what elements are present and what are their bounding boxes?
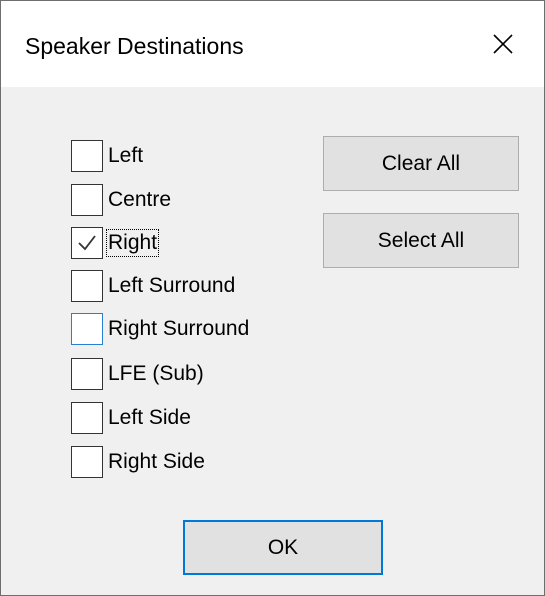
- checkbox-right-surround[interactable]: Right Surround: [71, 312, 250, 346]
- checkbox-label: Centre: [108, 188, 172, 211]
- ok-button[interactable]: OK: [183, 520, 383, 575]
- checkmark-icon: [78, 235, 96, 251]
- checkbox-label: Right Surround: [108, 317, 250, 340]
- checkbox-left[interactable]: Left: [71, 139, 144, 173]
- checkbox-box[interactable]: [71, 313, 103, 345]
- window-title: Speaker Destinations: [25, 33, 244, 59]
- checkbox-centre[interactable]: Centre: [71, 183, 172, 217]
- checkbox-box[interactable]: [71, 402, 103, 434]
- checkbox-box[interactable]: [71, 184, 103, 216]
- checkbox-left-side[interactable]: Left Side: [71, 401, 192, 435]
- checkbox-label: Left Surround: [108, 274, 236, 297]
- speaker-destinations-dialog: Speaker Destinations Left Centre Right L…: [0, 0, 545, 596]
- checkbox-right-side[interactable]: Right Side: [71, 445, 206, 479]
- checkbox-left-surround[interactable]: Left Surround: [71, 269, 236, 303]
- checkbox-box[interactable]: [71, 446, 103, 478]
- select-all-button[interactable]: Select All: [323, 213, 519, 268]
- title-bar: Speaker Destinations: [1, 1, 544, 87]
- close-icon: [493, 34, 513, 54]
- checkbox-box[interactable]: [71, 140, 103, 172]
- checkbox-lfe-sub[interactable]: LFE (Sub): [71, 357, 205, 391]
- checkbox-box[interactable]: [71, 358, 103, 390]
- checkbox-box[interactable]: [71, 270, 103, 302]
- checkbox-box[interactable]: [71, 227, 103, 259]
- checkbox-label: Right Side: [108, 450, 205, 473]
- checkbox-label: Right: [105, 229, 160, 257]
- checkbox-label: LFE (Sub): [108, 362, 204, 385]
- clear-all-button[interactable]: Clear All: [323, 136, 519, 191]
- checkbox-right[interactable]: Right: [71, 226, 160, 260]
- close-button[interactable]: [462, 1, 544, 87]
- checkbox-label: Left: [108, 144, 144, 167]
- checkbox-label: Left Side: [108, 406, 191, 429]
